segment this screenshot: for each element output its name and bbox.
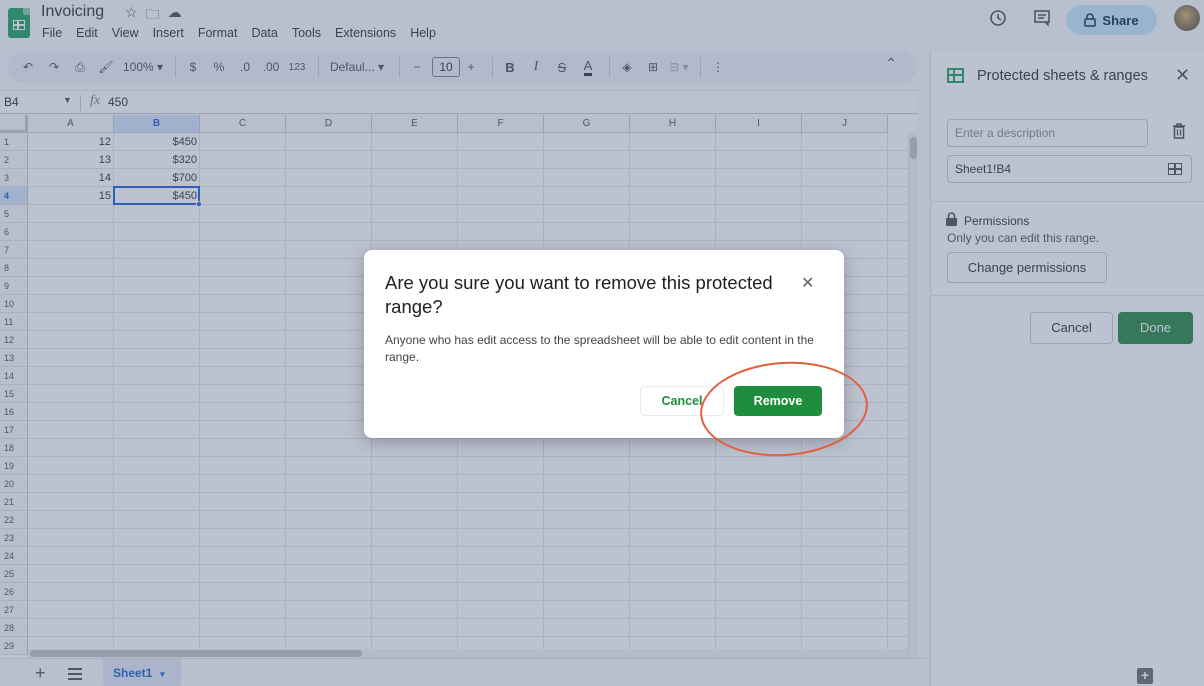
close-icon[interactable]: ✕	[801, 273, 814, 293]
dialog-title: Are you sure you want to remove this pro…	[385, 272, 773, 317]
sheets-app: Invoicing ☆ 🗀 ☁ File Edit View Insert Fo…	[0, 0, 1204, 686]
dialog-body: Anyone who has edit access to the spread…	[385, 333, 814, 364]
